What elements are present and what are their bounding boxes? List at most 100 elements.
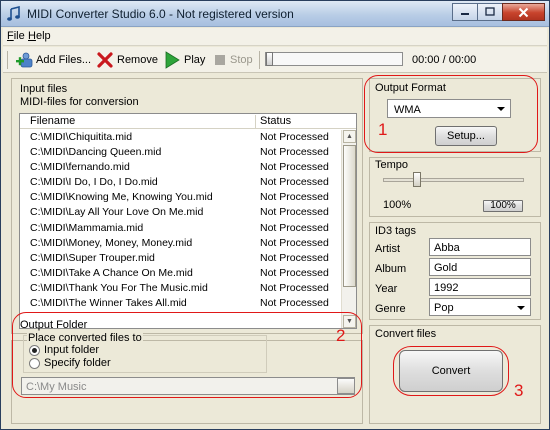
row-filename: C:\MIDI\Chiquitita.mid [30,131,133,143]
table-row[interactable]: C:\MIDI\The Winner Takes All.mid Not Proc… [20,296,340,311]
table-row[interactable]: C:\MIDI\Dancing Queen.mid Not Processed [20,145,340,160]
table-row[interactable]: C:\MIDI\Thank You For The Music.mid Not P… [20,281,340,296]
remove-label: Remove [117,54,158,66]
tempo-reset-button[interactable]: 100% [483,200,523,212]
remove-x-icon [97,52,113,68]
year-input[interactable]: 1992 [429,278,531,296]
row-filename: C:\MIDI\Thank You For The Music.mid [30,281,208,294]
chevron-down-icon [517,306,525,310]
row-filename: C:\MIDI\Knowing Me, Knowing You.mid [30,191,213,204]
menu-help-label: elp [35,30,51,42]
row-status: Not Processed [260,176,329,189]
column-divider[interactable] [255,115,256,128]
genre-label: Genre [375,303,406,315]
row-filename: C:\MIDI\Money, Money, Money.mid [30,236,193,249]
id3-title: ID3 tags [375,225,416,237]
tempo-slider-track[interactable] [383,178,524,182]
menu-file[interactable]: File [7,30,25,42]
row-status: Not Processed [260,221,329,234]
menu-help[interactable]: Help [28,30,51,42]
album-label: Album [375,263,407,275]
list-vertical-scrollbar[interactable]: ▲ ▼ [341,130,356,328]
row-status: Not Processed [260,266,329,279]
artist-label: Artist [375,243,401,255]
tempo-title: Tempo [375,159,409,171]
row-status: Not Processed [260,191,329,204]
app-window: MIDI Converter Studio 6.0 - Not register… [0,0,550,430]
genre-select[interactable]: Pop [429,298,531,316]
playback-progress-thumb[interactable] [266,52,273,66]
column-header-filename[interactable]: Filename [30,115,75,127]
row-status: Not Processed [260,146,329,159]
row-filename: C:\MIDI\Mammamia.mid [30,221,144,234]
row-status: Not Processed [260,251,329,264]
callout-number-1: 1 [378,120,388,139]
row-filename: C:\MIDI\Take A Chance On Me.mid [30,266,193,279]
row-filename: C:\MIDI\The Winner Takes All.mid [30,297,187,310]
minimize-button[interactable] [452,3,478,21]
input-files-list[interactable]: Filename Status C:\MIDI\Chiquitita.mid No… [19,113,357,329]
list-header: Filename Status [20,114,356,129]
callout-number-3: 3 [514,381,524,400]
year-value: 1992 [434,282,459,294]
tempo-slider-thumb[interactable] [413,172,421,187]
callout-number-2: 2 [336,326,346,345]
artist-value: Abba [434,242,460,254]
row-status: Not Processed [260,206,329,219]
maximize-button[interactable] [477,3,503,21]
row-filename: C:\MIDI\I Do, I Do, I Do.mid [30,176,158,189]
row-status: Not Processed [260,161,329,174]
add-files-label: Add Files... [36,54,92,66]
stop-button[interactable]: Stop [213,50,253,70]
close-button[interactable] [502,3,545,21]
row-status: Not Processed [260,131,329,143]
column-header-status[interactable]: Status [260,115,291,127]
genre-value: Pop [434,302,454,314]
table-row[interactable]: C:\MIDI\Money, Money, Money.mid Not Proce… [20,236,340,251]
callout-output-folder [12,312,362,398]
convert-title: Convert files [375,328,437,340]
callout-output-format [364,75,538,153]
row-status: Not Processed [260,236,329,249]
album-value: Gold [434,262,458,274]
app-music-note-icon [7,6,20,21]
play-label: Play [184,54,206,66]
minimize-icon [461,13,469,15]
row-status: Not Processed [260,281,329,294]
stop-icon [215,55,225,65]
row-filename: C:\MIDI\Dancing Queen.mid [30,146,162,159]
menu-bar: File Help [3,28,547,46]
add-files-icon [16,52,33,68]
add-files-button[interactable]: Add Files... [15,50,91,70]
scrollbar-thumb[interactable] [343,145,356,287]
input-files-subtitle: MIDI-files for conversion [20,96,139,108]
input-files-title: Input files [20,83,68,95]
play-button[interactable]: Play [163,50,205,70]
album-input[interactable]: Gold [429,258,531,276]
client-area: File Help Add Files... Remove Play Stop … [3,28,547,428]
remove-button[interactable]: Remove [96,50,158,70]
table-row[interactable]: C:\MIDI\Lay All Your Love On Me.mid Not P… [20,205,340,220]
row-filename: C:\MIDI\fernando.mid [30,161,130,174]
year-label: Year [375,283,398,295]
toolbar-separator [259,51,260,69]
tempo-value: 100% [383,199,412,211]
title-bar[interactable]: MIDI Converter Studio 6.0 - Not register… [1,1,549,27]
toolbar: Add Files... Remove Play Stop 00:00 / 00… [3,47,547,73]
table-row[interactable]: C:\MIDI\Chiquitita.mid Not Processed [20,130,340,145]
file-rows: C:\MIDI\Chiquitita.mid Not Processed C:\MI… [20,130,340,311]
artist-input[interactable]: Abba [429,238,531,256]
table-row[interactable]: C:\MIDI\Take A Chance On Me.mid Not Proce… [20,266,340,281]
table-row[interactable]: C:\MIDI\fernando.mid Not Processed [20,160,340,175]
scroll-up-arrow-icon[interactable]: ▲ [343,130,356,143]
row-filename: C:\MIDI\Super Trouper.mid [30,251,155,264]
window-title: MIDI Converter Studio 6.0 - Not register… [27,7,294,21]
playback-progress-slider[interactable] [265,52,403,66]
stop-label: Stop [230,54,253,66]
table-row[interactable]: C:\MIDI\I Do, I Do, I Do.mid Not Processe… [20,175,340,190]
row-filename: C:\MIDI\Lay All Your Love On Me.mid [30,206,204,219]
table-row[interactable]: C:\MIDI\Knowing Me, Knowing You.mid Not P… [20,190,340,205]
menu-file-label: ile [13,30,25,42]
table-row[interactable]: C:\MIDI\Super Trouper.mid Not Processed [20,251,340,266]
table-row[interactable]: C:\MIDI\Mammamia.mid Not Processed [20,221,340,236]
